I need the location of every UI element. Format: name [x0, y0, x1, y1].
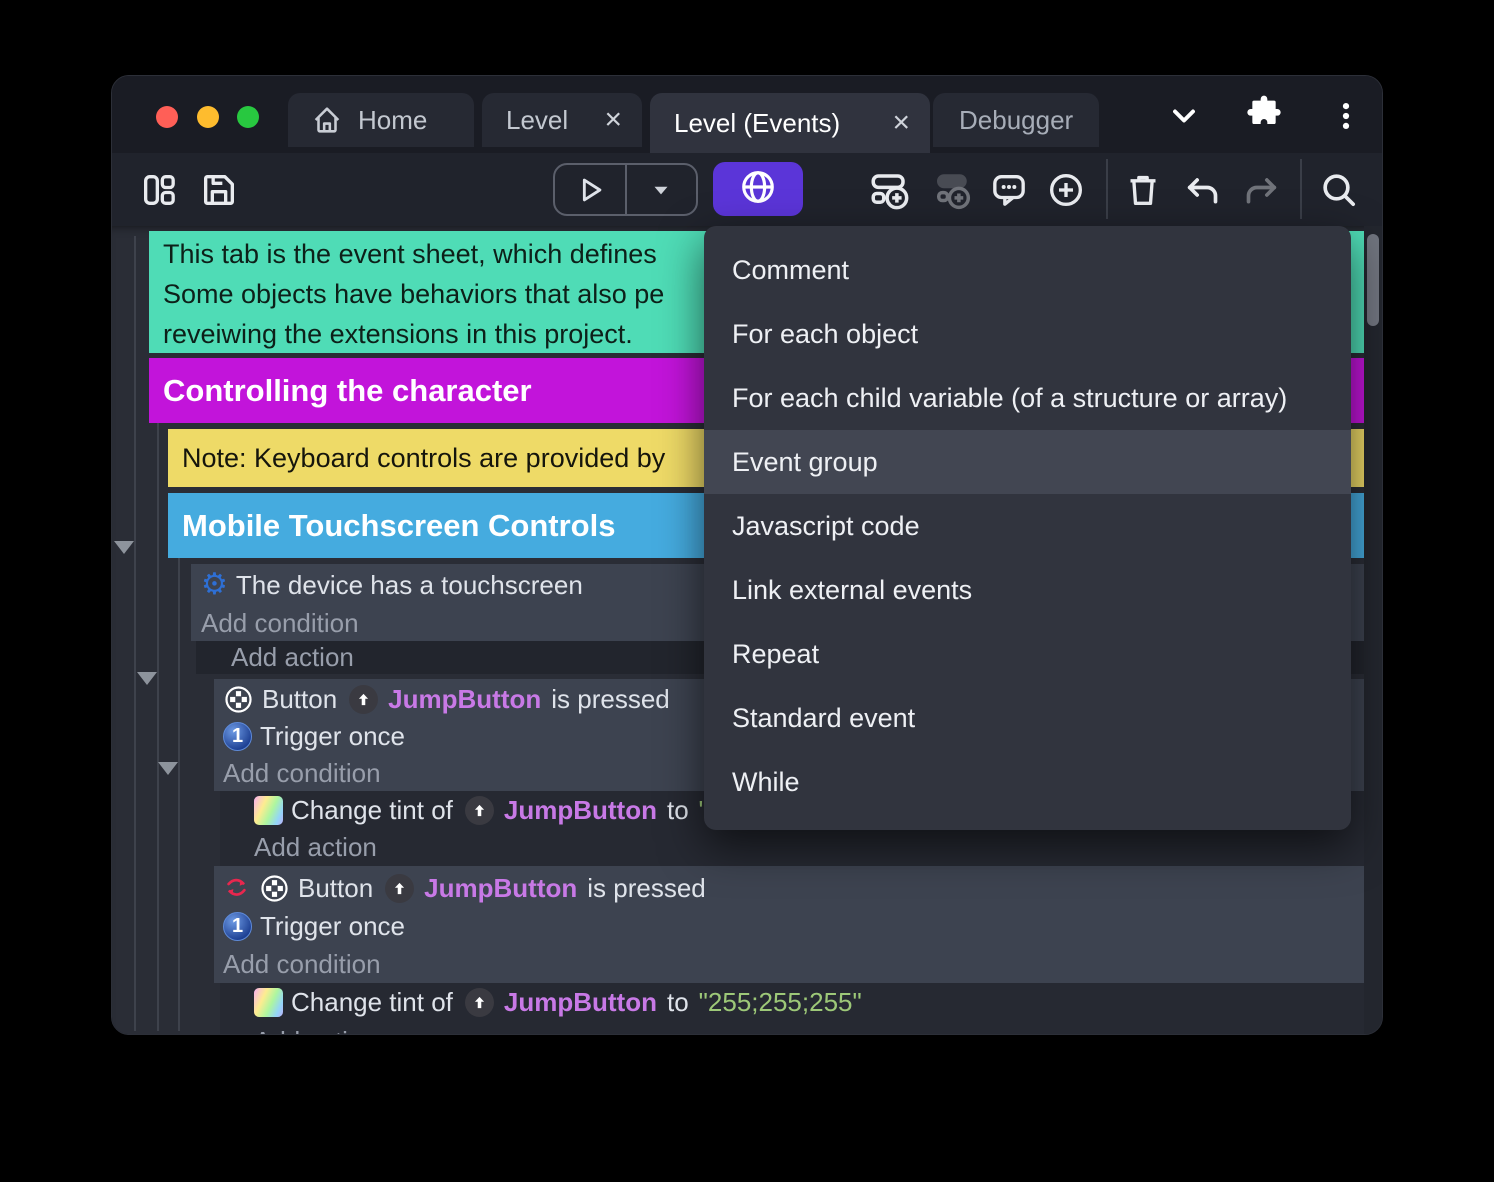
- collapse-arrow-icon[interactable]: [158, 762, 178, 775]
- scrollbar-track[interactable]: [1364, 226, 1382, 1035]
- tab-level-close-icon[interactable]: ×: [604, 105, 622, 135]
- app-window: Home Level × Level (Events) × Debugger: [111, 75, 1383, 1035]
- globe-icon: [739, 168, 777, 211]
- remote-preview-button[interactable]: [713, 162, 803, 216]
- condition-text: The device has a touchscreen: [236, 570, 583, 601]
- add-comment-icon[interactable]: [986, 167, 1032, 213]
- preview-button-group: [553, 163, 698, 216]
- indent-guide: [157, 368, 159, 1031]
- menu-item-javascript-code[interactable]: Javascript code: [704, 494, 1351, 558]
- jumpbutton-arrow-icon: [465, 796, 494, 825]
- chevron-down-icon[interactable]: [1162, 94, 1206, 138]
- object-name: JumpButton: [424, 873, 577, 904]
- add-subevent-icon[interactable]: [928, 167, 974, 213]
- indent-guide: [178, 503, 180, 1031]
- gamepad-icon: [223, 684, 254, 715]
- menu-item-event-group[interactable]: Event group: [704, 430, 1351, 494]
- collapse-arrow-icon[interactable]: [114, 541, 134, 554]
- tab-debugger[interactable]: Debugger: [933, 93, 1099, 147]
- system-gear-icon: ⚙︎: [201, 570, 228, 600]
- object-name: JumpButton: [388, 684, 541, 715]
- undo-icon[interactable]: [1180, 167, 1226, 213]
- add-plus-icon[interactable]: [1043, 167, 1089, 213]
- add-action-link[interactable]: Add action: [254, 829, 1366, 866]
- condition-text: is pressed: [587, 873, 706, 904]
- object-name: JumpButton: [504, 795, 657, 826]
- condition-text: Trigger once: [260, 721, 405, 752]
- group-title: Controlling the character: [163, 373, 532, 409]
- condition-text: is pressed: [551, 684, 670, 715]
- save-icon[interactable]: [196, 167, 242, 213]
- condition-text: Button: [262, 684, 337, 715]
- search-icon[interactable]: [1316, 167, 1362, 213]
- action-text: Change tint of: [291, 987, 453, 1018]
- tab-level-events-close-icon[interactable]: ×: [892, 108, 910, 138]
- note-text: Note: Keyboard controls are provided by: [182, 443, 665, 474]
- trigger-once-icon: 1: [223, 912, 252, 941]
- addons-puzzle-icon[interactable]: [1242, 92, 1286, 136]
- delete-trash-icon[interactable]: [1120, 167, 1166, 213]
- add-condition-link[interactable]: Add condition: [223, 945, 1366, 983]
- preview-dropdown-button[interactable]: [627, 165, 697, 214]
- menu-item-repeat[interactable]: Repeat: [704, 622, 1351, 686]
- menu-item-standard-event[interactable]: Standard event: [704, 686, 1351, 750]
- tab-level-label: Level: [506, 105, 568, 136]
- layout-panels-icon[interactable]: [136, 167, 182, 213]
- tab-level-events-label: Level (Events): [674, 108, 840, 139]
- menu-item-while[interactable]: While: [704, 750, 1351, 814]
- add-event-icon[interactable]: [866, 167, 912, 213]
- redo-icon[interactable]: [1238, 167, 1284, 213]
- tab-level-events[interactable]: Level (Events) ×: [650, 93, 930, 153]
- object-name: JumpButton: [504, 987, 657, 1018]
- jumpbutton-arrow-icon: [465, 988, 494, 1017]
- menu-item-comment[interactable]: Comment: [704, 238, 1351, 302]
- invert-arrows-icon: [223, 875, 250, 902]
- toolbar-divider-2: [1300, 159, 1302, 219]
- jumpbutton-arrow-icon: [385, 874, 414, 903]
- menu-item-for-each-object[interactable]: For each object: [704, 302, 1351, 366]
- zoom-window-button[interactable]: [237, 106, 259, 128]
- group-title: Mobile Touchscreen Controls: [182, 508, 615, 544]
- tint-rainbow-icon: [254, 796, 283, 825]
- action-block-tint-2[interactable]: Change tint of JumpButton to "255;255;25…: [220, 983, 1366, 1035]
- preview-play-button[interactable]: [555, 165, 625, 214]
- action-text: to: [667, 987, 689, 1018]
- add-event-context-menu: Comment For each object For each child v…: [704, 226, 1351, 830]
- kebab-menu-icon[interactable]: [1324, 94, 1368, 138]
- action-text: to: [667, 795, 689, 826]
- tab-level[interactable]: Level ×: [482, 93, 642, 147]
- scrollbar-thumb[interactable]: [1367, 234, 1379, 326]
- trigger-once-icon: 1: [223, 722, 252, 751]
- condition-text: Button: [298, 873, 373, 904]
- gamepad-icon: [259, 873, 290, 904]
- collapse-arrow-icon[interactable]: [137, 672, 157, 685]
- jumpbutton-arrow-icon: [349, 685, 378, 714]
- tint-rainbow-icon: [254, 988, 283, 1017]
- toolbar-divider: [1106, 159, 1108, 219]
- minimize-window-button[interactable]: [197, 106, 219, 128]
- tab-home[interactable]: Home: [288, 93, 474, 147]
- indent-guide: [134, 236, 136, 1031]
- home-icon: [310, 103, 344, 137]
- menu-item-for-each-child-variable[interactable]: For each child variable (of a structure …: [704, 366, 1351, 430]
- titlebar: Home Level × Level (Events) × Debugger: [112, 76, 1382, 153]
- tab-debugger-label: Debugger: [959, 105, 1073, 136]
- condition-text: Trigger once: [260, 911, 405, 942]
- tint-value: "255;255;255": [699, 987, 862, 1018]
- add-action-link[interactable]: Add action: [254, 1021, 1366, 1035]
- action-text: Change tint of: [291, 795, 453, 826]
- menu-item-link-external-events[interactable]: Link external events: [704, 558, 1351, 622]
- toolbar: [112, 153, 1382, 226]
- screenshot-background: Home Level × Level (Events) × Debugger: [0, 0, 1494, 1182]
- tab-home-label: Home: [358, 105, 427, 136]
- event-block-jumpbutton-2[interactable]: Button JumpButton is pressed 1 Trigger o…: [214, 866, 1366, 983]
- close-window-button[interactable]: [156, 106, 178, 128]
